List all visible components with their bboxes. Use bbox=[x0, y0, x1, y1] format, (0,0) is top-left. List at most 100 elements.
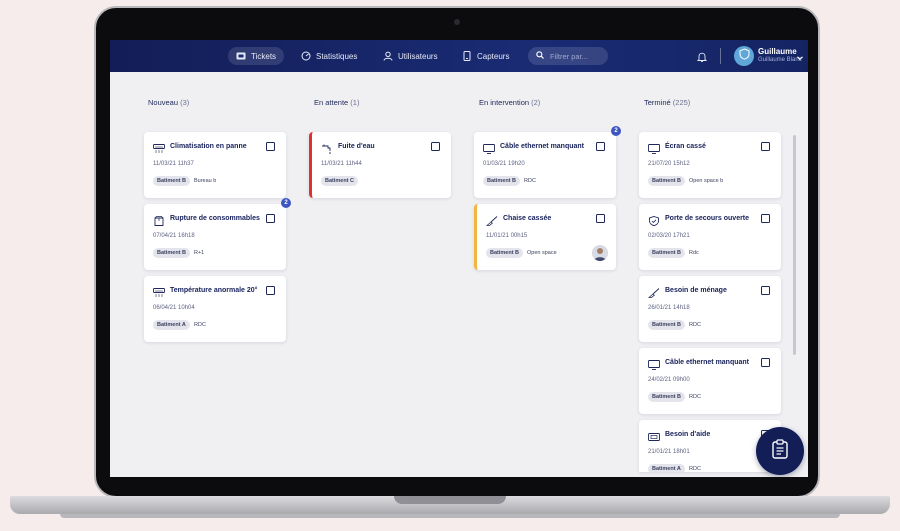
ticket-checkbox[interactable] bbox=[761, 286, 770, 295]
ticket-location: Open space b bbox=[689, 178, 724, 184]
ticket-card[interactable]: Température anormale 20° 06/04/21 10h04 … bbox=[144, 276, 286, 342]
ticket-date: 26/01/21 14h18 bbox=[648, 305, 690, 311]
laptop-foot bbox=[60, 514, 840, 518]
ticket-checkbox[interactable] bbox=[596, 142, 605, 151]
ticket-date: 06/04/21 10h04 bbox=[153, 305, 195, 311]
ticket-checkbox[interactable] bbox=[431, 142, 440, 151]
ticket-location: RDC bbox=[524, 178, 536, 184]
nav-tab-capteurs[interactable]: Capteurs bbox=[454, 47, 517, 65]
building-tag: Batiment B bbox=[153, 176, 191, 186]
column-scrollbar[interactable] bbox=[793, 135, 796, 355]
building-tag: Batiment B bbox=[648, 248, 686, 258]
search-input[interactable]: Filtrer par... bbox=[528, 47, 608, 65]
ticket-date: 02/03/20 17h21 bbox=[648, 233, 690, 239]
nav-divider bbox=[720, 48, 721, 64]
chevron-down-icon[interactable] bbox=[796, 49, 804, 61]
column-header-termine: Terminé (225) bbox=[644, 98, 690, 107]
ticket-title: Température anormale 20° bbox=[170, 287, 258, 294]
building-tag: Batiment B bbox=[648, 176, 686, 186]
ticket-card[interactable]: Climatisation en panne 11/03/21 11h37 Ba… bbox=[144, 132, 286, 198]
monitor-icon bbox=[648, 141, 660, 154]
column-header-nouveau: Nouveau (3) bbox=[148, 98, 189, 107]
ticket-title: Fuite d'eau bbox=[338, 143, 375, 150]
ticket-title: Besoin d'aide bbox=[665, 431, 711, 438]
column-title: Nouveau bbox=[148, 98, 179, 107]
notification-badge: 2 bbox=[281, 198, 291, 208]
ticket-card[interactable]: Écran cassé 21/07/20 15h12 Batiment B Op… bbox=[639, 132, 781, 198]
air-conditioner-icon bbox=[153, 141, 165, 153]
nav-tab-utilisateurs[interactable]: Utilisateurs bbox=[375, 47, 446, 65]
nav-tab-label: Utilisateurs bbox=[398, 51, 438, 61]
user-icon bbox=[383, 51, 393, 61]
building-tag: Batiment A bbox=[648, 464, 685, 472]
ticket-date: 11/01/21 00h15 bbox=[486, 233, 528, 239]
clipboard-icon bbox=[771, 438, 789, 464]
nav-tab-label: Tickets bbox=[251, 51, 277, 61]
building-tag: Batiment B bbox=[648, 392, 686, 402]
laptop-notch bbox=[394, 496, 506, 504]
column-title: En attente bbox=[314, 98, 349, 107]
ticket-icon bbox=[236, 51, 246, 61]
ticket-date: 07/04/21 16h18 bbox=[153, 233, 195, 239]
user-avatar[interactable] bbox=[734, 46, 754, 66]
ticket-title: Climatisation en panne bbox=[170, 143, 247, 150]
nav-tab-tickets[interactable]: Tickets bbox=[228, 47, 285, 65]
ticket-location: R+1 bbox=[194, 250, 205, 256]
ticket-card[interactable]: Câble ethernet manquant 24/02/21 09h00 B… bbox=[639, 348, 781, 414]
column-count: (2) bbox=[531, 98, 541, 107]
column-header-en-attente: En attente (1) bbox=[314, 98, 359, 107]
app-screen: Tickets Statistiques Utilisateurs Capteu… bbox=[110, 40, 808, 477]
ticket-card[interactable]: Câble ethernet manquant 01/03/21 19h20 B… bbox=[474, 126, 621, 198]
ticket-card[interactable]: Rupture de consommables 07/04/21 16h18 B… bbox=[144, 198, 291, 270]
ticket-location: Rdc bbox=[689, 250, 699, 256]
ticket-card[interactable]: Porte de secours ouverte 02/03/20 17h21 … bbox=[639, 204, 781, 270]
ticket-date: 21/07/20 15h12 bbox=[648, 161, 690, 167]
shield-icon bbox=[648, 213, 660, 227]
bell-icon[interactable] bbox=[696, 50, 708, 62]
ticket-location: Bureau b bbox=[194, 178, 217, 184]
ticket-checkbox[interactable] bbox=[266, 286, 275, 295]
ticket-date: 01/03/21 19h20 bbox=[483, 161, 525, 167]
assignee-avatar[interactable] bbox=[592, 245, 608, 261]
help-desk-icon bbox=[648, 429, 660, 441]
building-tag: Batiment A bbox=[153, 320, 190, 330]
ticket-checkbox[interactable] bbox=[266, 142, 275, 151]
ticket-card[interactable]: Chaise cassée 11/01/21 00h15 Batiment B … bbox=[474, 204, 616, 270]
ticket-location: RDC bbox=[689, 466, 701, 472]
building-tag: Batiment B bbox=[648, 320, 686, 330]
column-header-en-intervention: En intervention (2) bbox=[479, 98, 540, 107]
column-count: (3) bbox=[180, 98, 190, 107]
ticket-checkbox[interactable] bbox=[761, 358, 770, 367]
faucet-icon bbox=[321, 141, 333, 154]
building-tag: Batiment B bbox=[153, 248, 191, 258]
ticket-title: Chaise cassée bbox=[503, 215, 552, 222]
nav-tab-statistiques[interactable]: Statistiques bbox=[293, 47, 365, 65]
column-count: (1) bbox=[350, 98, 360, 107]
ticket-title: Rupture de consommables bbox=[170, 215, 260, 222]
broom-icon bbox=[647, 285, 660, 298]
ticket-checkbox[interactable] bbox=[761, 142, 770, 151]
ticket-checkbox[interactable] bbox=[596, 214, 605, 223]
ticket-location: RDC bbox=[194, 322, 206, 328]
ticket-card[interactable]: Besoin de ménage 26/01/21 14h18 Batiment… bbox=[639, 276, 781, 342]
ticket-checkbox[interactable] bbox=[266, 214, 275, 223]
building-tag: Batiment B bbox=[483, 176, 521, 186]
search-icon bbox=[536, 51, 544, 61]
ticket-card[interactable]: Fuite d'eau 11/03/21 11h44 Batiment C bbox=[309, 132, 451, 198]
laptop-frame: Tickets Statistiques Utilisateurs Capteu… bbox=[94, 6, 820, 498]
search-placeholder: Filtrer par... bbox=[550, 51, 588, 61]
notification-badge: 2 bbox=[611, 126, 621, 136]
nav-tab-label: Capteurs bbox=[477, 51, 510, 61]
ticket-title: Câble ethernet manquant bbox=[500, 143, 585, 150]
ticket-location: RDC bbox=[689, 394, 701, 400]
ticket-title: Porte de secours ouverte bbox=[665, 215, 750, 222]
ticket-location: Open space bbox=[527, 250, 557, 256]
nav-tab-label: Statistiques bbox=[316, 51, 358, 61]
ticket-checkbox[interactable] bbox=[761, 214, 770, 223]
column-title: Terminé bbox=[644, 98, 671, 107]
sensor-icon bbox=[462, 51, 472, 61]
user-name[interactable]: Guillaume bbox=[758, 47, 797, 56]
column-count: (225) bbox=[672, 98, 691, 107]
new-ticket-button[interactable] bbox=[756, 427, 804, 475]
top-navbar: Tickets Statistiques Utilisateurs Capteu… bbox=[110, 40, 808, 72]
